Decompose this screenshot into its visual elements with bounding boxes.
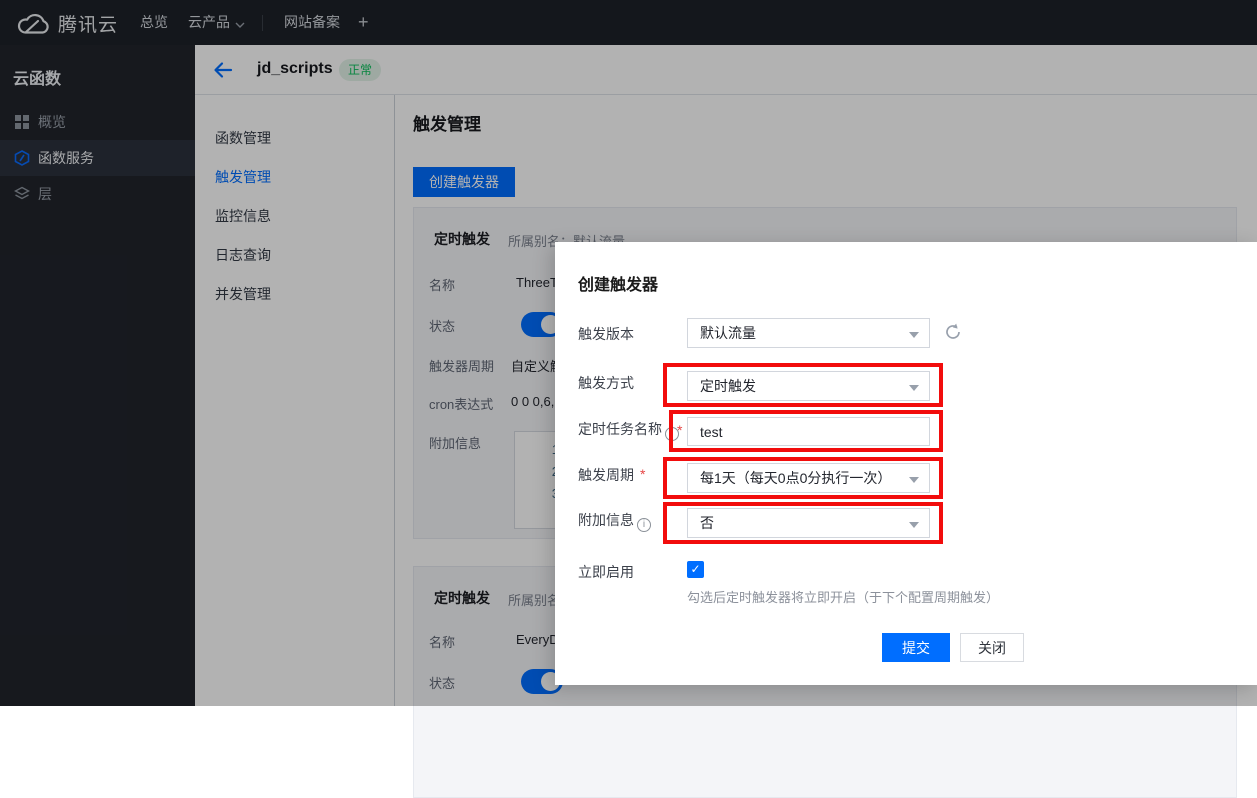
trigger-type-select[interactable]: 定时触发 bbox=[687, 371, 930, 401]
close-button[interactable]: 关闭 bbox=[960, 633, 1024, 662]
chevron-down-icon bbox=[909, 477, 919, 483]
chevron-down-icon bbox=[909, 385, 919, 391]
additional-info-select[interactable]: 否 bbox=[687, 508, 930, 538]
trigger-version-select[interactable]: 默认流量 bbox=[687, 318, 930, 348]
trigger-period-select[interactable]: 每1天（每天0点0分执行一次） bbox=[687, 463, 930, 493]
required-asterisk: * bbox=[640, 466, 645, 482]
create-trigger-dialog: 创建触发器 触发版本 默认流量 触发方式 定时触发 定时任务名称i * 触发周期… bbox=[555, 242, 1257, 685]
dialog-title: 创建触发器 bbox=[578, 271, 658, 295]
required-asterisk: * bbox=[677, 422, 682, 438]
refresh-icon[interactable] bbox=[943, 322, 963, 342]
enable-now-hint: 勾选后定时触发器将立即开启（于下个配置周期触发） bbox=[687, 587, 999, 606]
enable-now-label: 立即启用 bbox=[578, 562, 634, 582]
trigger-type-label: 触发方式 bbox=[578, 373, 634, 393]
chevron-down-icon bbox=[909, 332, 919, 338]
timer-task-name-input[interactable] bbox=[687, 417, 930, 446]
submit-button[interactable]: 提交 bbox=[882, 633, 950, 662]
trigger-version-label: 触发版本 bbox=[578, 324, 634, 344]
additional-info-label: 附加信息i bbox=[578, 510, 651, 532]
trigger-period-label: 触发周期 bbox=[578, 465, 634, 485]
chevron-down-icon bbox=[909, 522, 919, 528]
info-icon: i bbox=[637, 518, 651, 532]
timer-task-name-label: 定时任务名称i bbox=[578, 419, 679, 441]
enable-now-checkbox[interactable]: ✓ bbox=[687, 561, 704, 578]
